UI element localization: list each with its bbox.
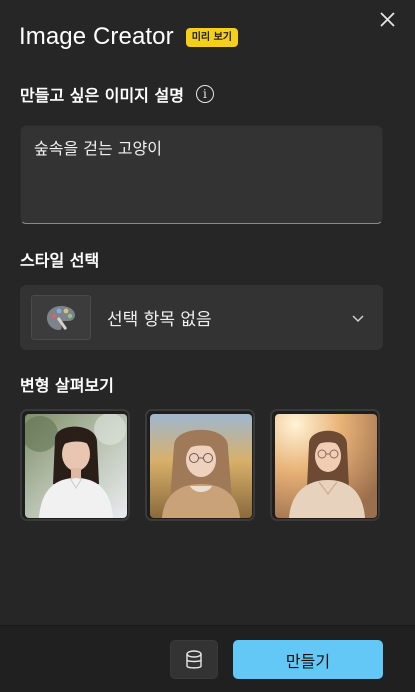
palette-thumbnail <box>31 295 91 340</box>
description-label: 만들고 싶은 이미지 설명 <box>20 86 184 105</box>
variant-thumbnail-1[interactable] <box>20 409 130 521</box>
close-button[interactable] <box>372 6 402 36</box>
image-creator-panel: Image Creator 미리 보기 만들고 싶은 이미지 설명 i 숲속을 … <box>0 0 415 692</box>
style-label: 스타일 선택 <box>20 251 100 270</box>
app-title: Image Creator <box>19 23 174 50</box>
description-label-row: 만들고 싶은 이미지 설명 i <box>20 82 214 106</box>
preview-badge: 미리 보기 <box>185 27 238 47</box>
palette-icon <box>47 305 75 330</box>
coins-button[interactable] <box>170 640 218 679</box>
variant-image-3 <box>275 414 377 518</box>
variant-thumbnail-2[interactable] <box>145 409 255 521</box>
style-select-value: 선택 항목 없음 <box>107 310 212 330</box>
coins-icon <box>186 649 202 669</box>
description-input[interactable]: 숲속을 걷는 고양이 <box>20 125 383 224</box>
variant-thumbnail-3[interactable] <box>270 409 380 521</box>
variants-label: 변형 살펴보기 <box>20 376 114 395</box>
variants-row <box>20 409 380 521</box>
style-select[interactable]: 선택 항목 없음 <box>20 285 383 350</box>
description-input-value: 숲속을 걷는 고양이 <box>34 139 162 158</box>
variant-image-2 <box>150 414 252 518</box>
chevron-down-icon <box>352 314 364 322</box>
header: Image Creator 미리 보기 <box>19 23 238 51</box>
create-button[interactable]: 만들기 <box>233 640 383 679</box>
info-icon[interactable]: i <box>195 85 214 103</box>
variant-image-1 <box>25 414 127 518</box>
close-icon <box>380 12 395 27</box>
